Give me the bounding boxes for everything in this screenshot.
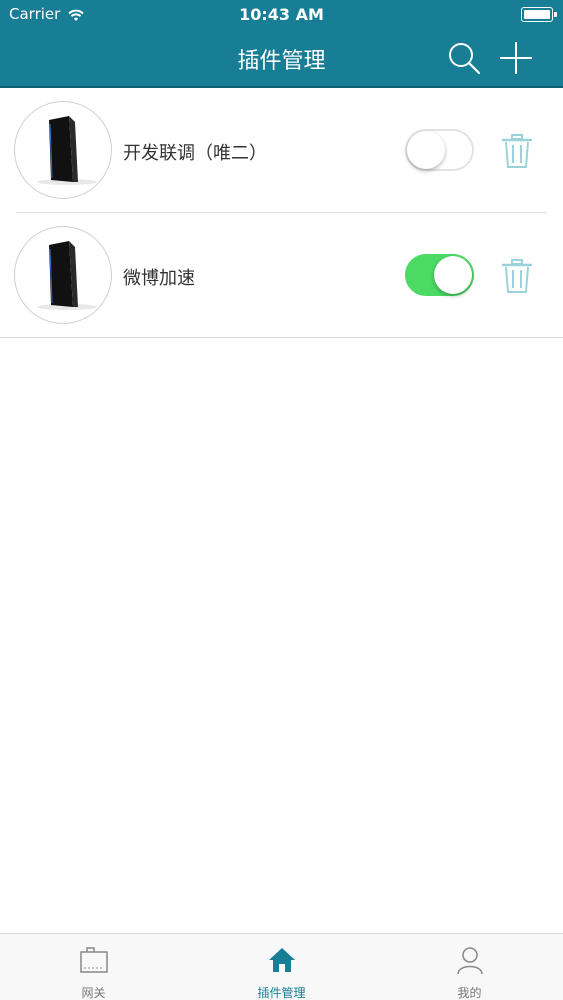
toggle-knob [407,131,445,169]
delete-plugin-button[interactable] [500,258,534,294]
tab-label: 网关 [81,986,106,1000]
delete-plugin-button[interactable] [500,133,534,169]
plugin-name: 开发联调（唯二） [123,143,267,164]
router-device-icon [14,101,112,199]
trash-icon [502,259,532,293]
tab-label: 我的 [457,986,482,1000]
nav-bar: Carrier 10:43 AM 插件管理 [0,0,563,88]
tab-mine[interactable]: 我的 [376,934,563,1000]
plugin-row[interactable]: 开发联调（唯二） [0,88,563,213]
tab-plugin-management[interactable]: 插件管理 [188,934,375,1000]
gateway-icon [80,947,108,973]
trash-icon [502,134,532,168]
plugin-toggle[interactable] [405,129,474,171]
tab-gateway[interactable]: 网关 [0,934,187,1000]
row-divider [0,337,563,338]
user-icon [457,947,483,975]
status-time: 10:43 AM [239,5,324,24]
tab-label: 插件管理 [257,986,306,1000]
search-button[interactable] [446,40,482,76]
router-device-icon [14,226,112,324]
plugin-toggle[interactable] [405,254,474,296]
plugin-name: 微博加速 [123,268,195,289]
search-icon [449,43,481,75]
add-plugin-button[interactable] [498,40,534,76]
plugin-row[interactable]: 微博加速 [0,213,563,338]
tab-bar: 网关 插件管理 我的 [0,933,563,1000]
status-bar: Carrier 10:43 AM [0,0,563,30]
toggle-knob [434,256,472,294]
plus-icon [500,42,532,74]
battery-icon [521,7,557,22]
home-icon [269,948,295,972]
plugin-list: 开发联调（唯二） 微博加速 [0,88,563,338]
